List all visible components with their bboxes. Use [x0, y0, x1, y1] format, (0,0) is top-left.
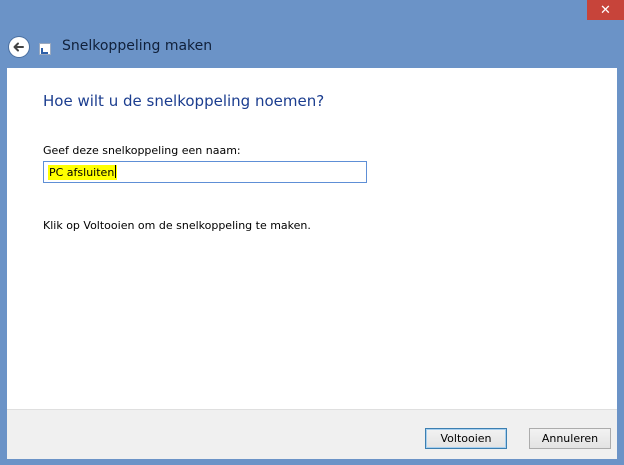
shortcut-name-input[interactable]: PC afsluiten: [43, 161, 367, 183]
window-title: Snelkoppeling maken: [62, 38, 213, 54]
cancel-button[interactable]: Annuleren: [529, 428, 611, 449]
selected-text: PC afsluiten: [48, 165, 118, 180]
page-heading: Hoe wilt u de snelkoppeling noemen?: [43, 92, 325, 110]
back-button[interactable]: [9, 37, 29, 57]
shortcut-name-value: PC afsluiten: [49, 166, 115, 179]
close-button[interactable]: ✕: [587, 0, 624, 20]
name-field-label: Geef deze snelkoppeling een naam:: [43, 144, 241, 157]
instruction-text: Klik op Voltooien om de snelkoppeling te…: [43, 219, 311, 232]
back-arrow-icon: [13, 42, 24, 52]
close-icon: ✕: [600, 2, 611, 18]
wizard-content: Hoe wilt u de snelkoppeling noemen? Geef…: [7, 68, 617, 409]
text-caret: [115, 165, 117, 178]
window-frame: ✕ Snelkoppeling maken Hoe wilt u de snel…: [0, 0, 624, 465]
wizard-header: Snelkoppeling maken: [0, 26, 624, 68]
shortcut-icon: [39, 43, 51, 55]
finish-button[interactable]: Voltooien: [425, 428, 507, 449]
wizard-footer: Voltooien Annuleren: [7, 409, 617, 459]
